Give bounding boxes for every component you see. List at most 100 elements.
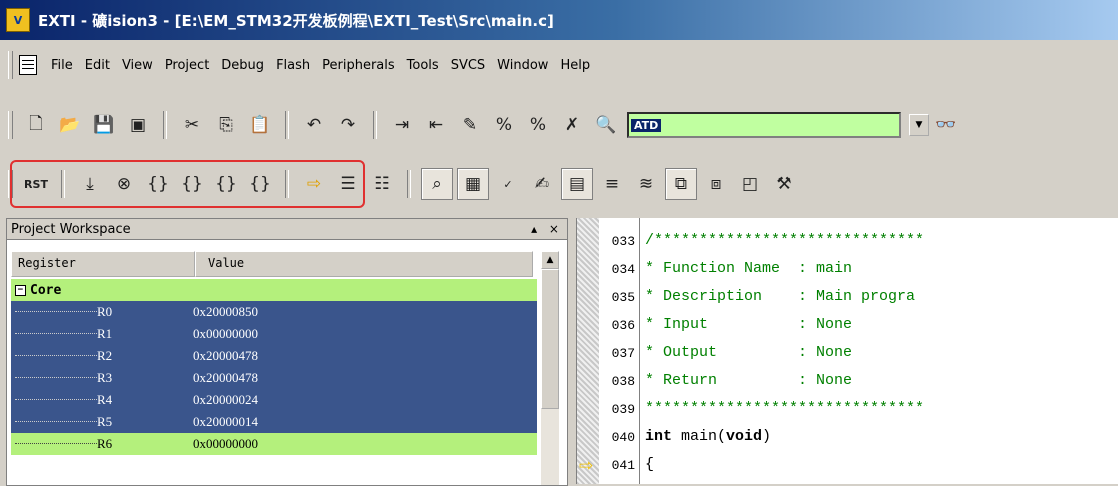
current-line-arrow-icon: ⇨ <box>579 456 594 476</box>
reset-cpu-icon[interactable]: RST <box>21 169 51 199</box>
memory-window-icon[interactable]: ▤ <box>561 168 593 200</box>
clear-bookmarks-icon[interactable]: ✗ <box>557 110 587 140</box>
register-row[interactable]: R4 0x20000024 <box>11 389 537 411</box>
tree-connector <box>15 421 97 423</box>
menu-edit[interactable]: Edit <box>85 58 110 73</box>
find-combo[interactable]: ATD <box>627 112 901 138</box>
document-icon[interactable] <box>19 55 37 75</box>
tree-connector <box>15 333 97 335</box>
redo-icon[interactable]: ↷ <box>333 110 363 140</box>
debug-toolbar: RST ⤓ ⊗ {} {} {} {} ⇨ ☰ ☷ ⌕ ▦ ✓ ✍ ▤ ≡ ≋ … <box>0 158 1118 210</box>
trace-icon[interactable]: ☰ <box>333 169 363 199</box>
menu-bar: File Edit View Project Debug Flash Perip… <box>0 44 1118 86</box>
find-in-files-icon[interactable]: 🔍 <box>591 110 621 140</box>
undo-icon[interactable]: ↶ <box>299 110 329 140</box>
open-folder-icon[interactable]: 📂 <box>55 110 85 140</box>
prev-bookmark-icon[interactable]: % <box>489 110 519 140</box>
breakpoint-gutter[interactable] <box>577 218 599 484</box>
save-icon[interactable]: 💾 <box>89 110 119 140</box>
menu-file[interactable]: File <box>51 58 73 73</box>
bookmark-icon[interactable]: ✎ <box>455 110 485 140</box>
menu-debug[interactable]: Debug <box>221 58 264 73</box>
register-value[interactable]: 0x00000000 <box>193 326 258 342</box>
chevron-down-icon[interactable]: ▼ <box>909 114 929 136</box>
logic-analyzer-icon[interactable]: ≋ <box>631 169 661 199</box>
disassembly-icon[interactable]: ≡ <box>597 169 627 199</box>
indent-icon[interactable]: ⇥ <box>387 110 417 140</box>
keyword: void <box>726 428 763 445</box>
register-value[interactable]: 0x20000850 <box>193 304 258 320</box>
scroll-up-icon[interactable]: ▲ <box>541 251 559 269</box>
menu-flash[interactable]: Flash <box>276 58 310 73</box>
run-icon[interactable]: ⤓ <box>75 169 105 199</box>
workspace-controls[interactable]: ▴ × <box>531 222 563 236</box>
step-out-icon[interactable]: {} <box>211 169 241 199</box>
register-value[interactable]: 0x20000478 <box>193 348 258 364</box>
register-value[interactable]: 0x20000014 <box>193 414 258 430</box>
register-row[interactable]: R6 0x00000000 <box>11 433 537 455</box>
project-window-icon[interactable]: ⌕ <box>421 168 453 200</box>
unindent-icon[interactable]: ⇤ <box>421 110 451 140</box>
code-editor[interactable]: ⇨ 033 034 035 036 037 038 039 040 041 /*… <box>576 218 1118 484</box>
cut-icon[interactable]: ✂ <box>177 110 207 140</box>
hammer-icon[interactable]: ⚒ <box>769 169 799 199</box>
register-value[interactable]: 0x20000478 <box>193 370 258 386</box>
separator <box>285 170 289 198</box>
column-value[interactable]: Value <box>195 251 533 277</box>
toolbar-grip[interactable] <box>8 111 13 139</box>
output-window-icon[interactable]: ▦ <box>457 168 489 200</box>
collapse-icon[interactable]: − <box>15 284 26 296</box>
uvision-app-icon[interactable]: V <box>6 8 30 32</box>
menu-project[interactable]: Project <box>165 58 209 73</box>
performance-analyzer-icon[interactable]: ✍ <box>527 169 557 199</box>
binoculars-icon[interactable]: 👓 <box>931 110 961 140</box>
new-file-icon[interactable]: 🗋 <box>21 110 51 140</box>
tree-connector <box>15 355 97 357</box>
copy-icon[interactable]: ⎘ <box>211 110 241 140</box>
toolbox-icon[interactable]: ⧈ <box>701 169 731 199</box>
register-name: R2 <box>97 348 113 363</box>
code-area[interactable]: /****************************** * Functi… <box>639 218 1118 484</box>
register-row[interactable]: R5 0x20000014 <box>11 411 537 433</box>
core-group-row[interactable]: − Core <box>11 279 537 301</box>
save-all-icon[interactable]: ▣ <box>123 110 153 140</box>
separator <box>61 170 65 198</box>
serial-window-icon[interactable]: ⧉ <box>665 168 697 200</box>
menu-help[interactable]: Help <box>560 58 590 73</box>
separator <box>407 170 411 198</box>
register-row[interactable]: R3 0x20000478 <box>11 367 537 389</box>
register-value[interactable]: 0x20000024 <box>193 392 258 408</box>
scroll-thumb[interactable] <box>541 269 559 409</box>
register-row[interactable]: R0 0x20000850 <box>11 301 537 323</box>
register-row[interactable]: R2 0x20000478 <box>11 345 537 367</box>
line-number: 037 <box>611 346 635 361</box>
paste-icon[interactable]: 📋 <box>245 110 275 140</box>
next-bookmark-icon[interactable]: % <box>523 110 553 140</box>
code-text: main( <box>672 428 727 445</box>
stop-icon[interactable]: ⊗ <box>109 169 139 199</box>
code-line: * Return : None <box>645 372 853 389</box>
line-number-column: 033 034 035 036 037 038 039 040 041 <box>599 218 640 484</box>
menu-peripherals[interactable]: Peripherals <box>322 58 395 73</box>
register-value[interactable]: 0x00000000 <box>193 436 258 452</box>
column-register[interactable]: Register <box>11 251 195 277</box>
show-next-statement-icon[interactable]: ⇨ <box>299 169 329 199</box>
tree-connector <box>15 399 97 401</box>
step-over-icon[interactable]: {} <box>177 169 207 199</box>
code-coverage-icon[interactable]: ✓ <box>493 169 523 199</box>
watch-window-icon[interactable]: ◰ <box>735 169 765 199</box>
menu-window[interactable]: Window <box>497 58 548 73</box>
menubar-grip[interactable] <box>8 51 13 79</box>
menu-svcs[interactable]: SVCS <box>451 58 485 73</box>
menu-view[interactable]: View <box>122 58 153 73</box>
step-into-icon[interactable]: {} <box>143 169 173 199</box>
register-row[interactable]: R1 0x00000000 <box>11 323 537 345</box>
keyword: int <box>645 428 673 445</box>
toolbar-grip[interactable] <box>8 170 13 198</box>
vertical-scrollbar[interactable]: ▲ <box>541 251 559 485</box>
menu-tools[interactable]: Tools <box>407 58 439 73</box>
run-to-cursor-icon[interactable]: {} <box>245 169 275 199</box>
file-toolbar: 🗋 📂 💾 ▣ ✂ ⎘ 📋 ↶ ↷ ⇥ ⇤ ✎ % % ✗ 🔍 ATD ▼ 👓 <box>0 104 1118 146</box>
trace-records-icon[interactable]: ☷ <box>367 169 397 199</box>
separator <box>285 111 289 139</box>
